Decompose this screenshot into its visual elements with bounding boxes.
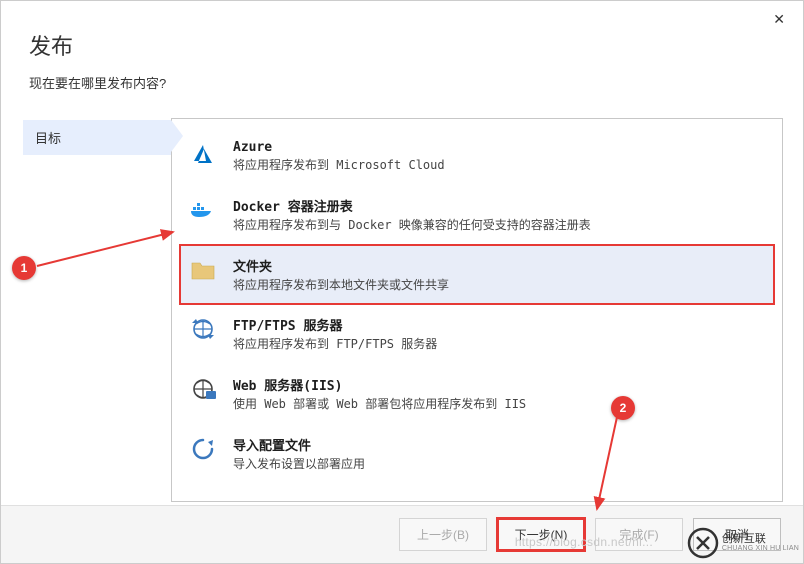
option-desc: 导入发布设置以部署应用 xyxy=(233,456,765,473)
sidebar: 目标 xyxy=(23,118,171,502)
callout-1: 1 xyxy=(12,256,36,280)
option-title: Docker 容器注册表 xyxy=(233,196,765,215)
page-subtitle: 现在要在哪里发布内容? xyxy=(29,73,775,92)
option-title: Azure xyxy=(233,140,765,155)
option-folder[interactable]: 文件夹 将应用程序发布到本地文件夹或文件共享 xyxy=(180,245,774,305)
sidebar-tab-target[interactable]: 目标 xyxy=(23,120,171,155)
folder-icon xyxy=(189,256,217,284)
option-azure[interactable]: Azure 将应用程序发布到 Microsoft Cloud xyxy=(180,129,774,185)
option-title: 文件夹 xyxy=(233,256,765,275)
option-import[interactable]: 导入配置文件 导入发布设置以部署应用 xyxy=(180,424,774,484)
option-ftp[interactable]: FTP/FTPS 服务器 将应用程序发布到 FTP/FTPS 服务器 xyxy=(180,304,774,364)
close-button[interactable]: ✕ xyxy=(767,9,791,30)
azure-icon xyxy=(189,140,217,168)
options-panel: Azure 将应用程序发布到 Microsoft Cloud Docker 容器… xyxy=(171,118,783,502)
option-desc: 将应用程序发布到 FTP/FTPS 服务器 xyxy=(233,336,765,353)
back-button: 上一步(B) xyxy=(399,518,487,551)
option-title: Web 服务器(IIS) xyxy=(233,375,765,394)
option-title: FTP/FTPS 服务器 xyxy=(233,315,765,334)
option-iis[interactable]: Web 服务器(IIS) 使用 Web 部署或 Web 部署包将应用程序发布到 … xyxy=(180,364,774,424)
option-desc: 使用 Web 部署或 Web 部署包将应用程序发布到 IIS xyxy=(233,396,765,413)
header: 发布 现在要在哪里发布内容? xyxy=(1,1,803,102)
option-desc: 将应用程序发布到本地文件夹或文件共享 xyxy=(233,277,765,294)
option-desc: 将应用程序发布到 Microsoft Cloud xyxy=(233,157,765,174)
brand-logo: 创新互联CHUANG XIN HU LIAN xyxy=(687,527,799,559)
ftp-icon xyxy=(189,315,217,343)
option-docker[interactable]: Docker 容器注册表 将应用程序发布到与 Docker 映像兼容的任何受支持… xyxy=(180,185,774,245)
option-desc: 将应用程序发布到与 Docker 映像兼容的任何受支持的容器注册表 xyxy=(233,217,765,234)
docker-icon xyxy=(189,196,217,224)
import-icon xyxy=(189,435,217,463)
iis-icon xyxy=(189,375,217,403)
watermark-url: https://blog.csdn.net/nl... xyxy=(515,535,653,549)
footer: 上一步(B) 下一步(N) 完成(F) 取消 xyxy=(1,505,803,563)
callout-2: 2 xyxy=(611,396,635,420)
page-title: 发布 xyxy=(29,29,775,61)
option-title: 导入配置文件 xyxy=(233,435,765,454)
